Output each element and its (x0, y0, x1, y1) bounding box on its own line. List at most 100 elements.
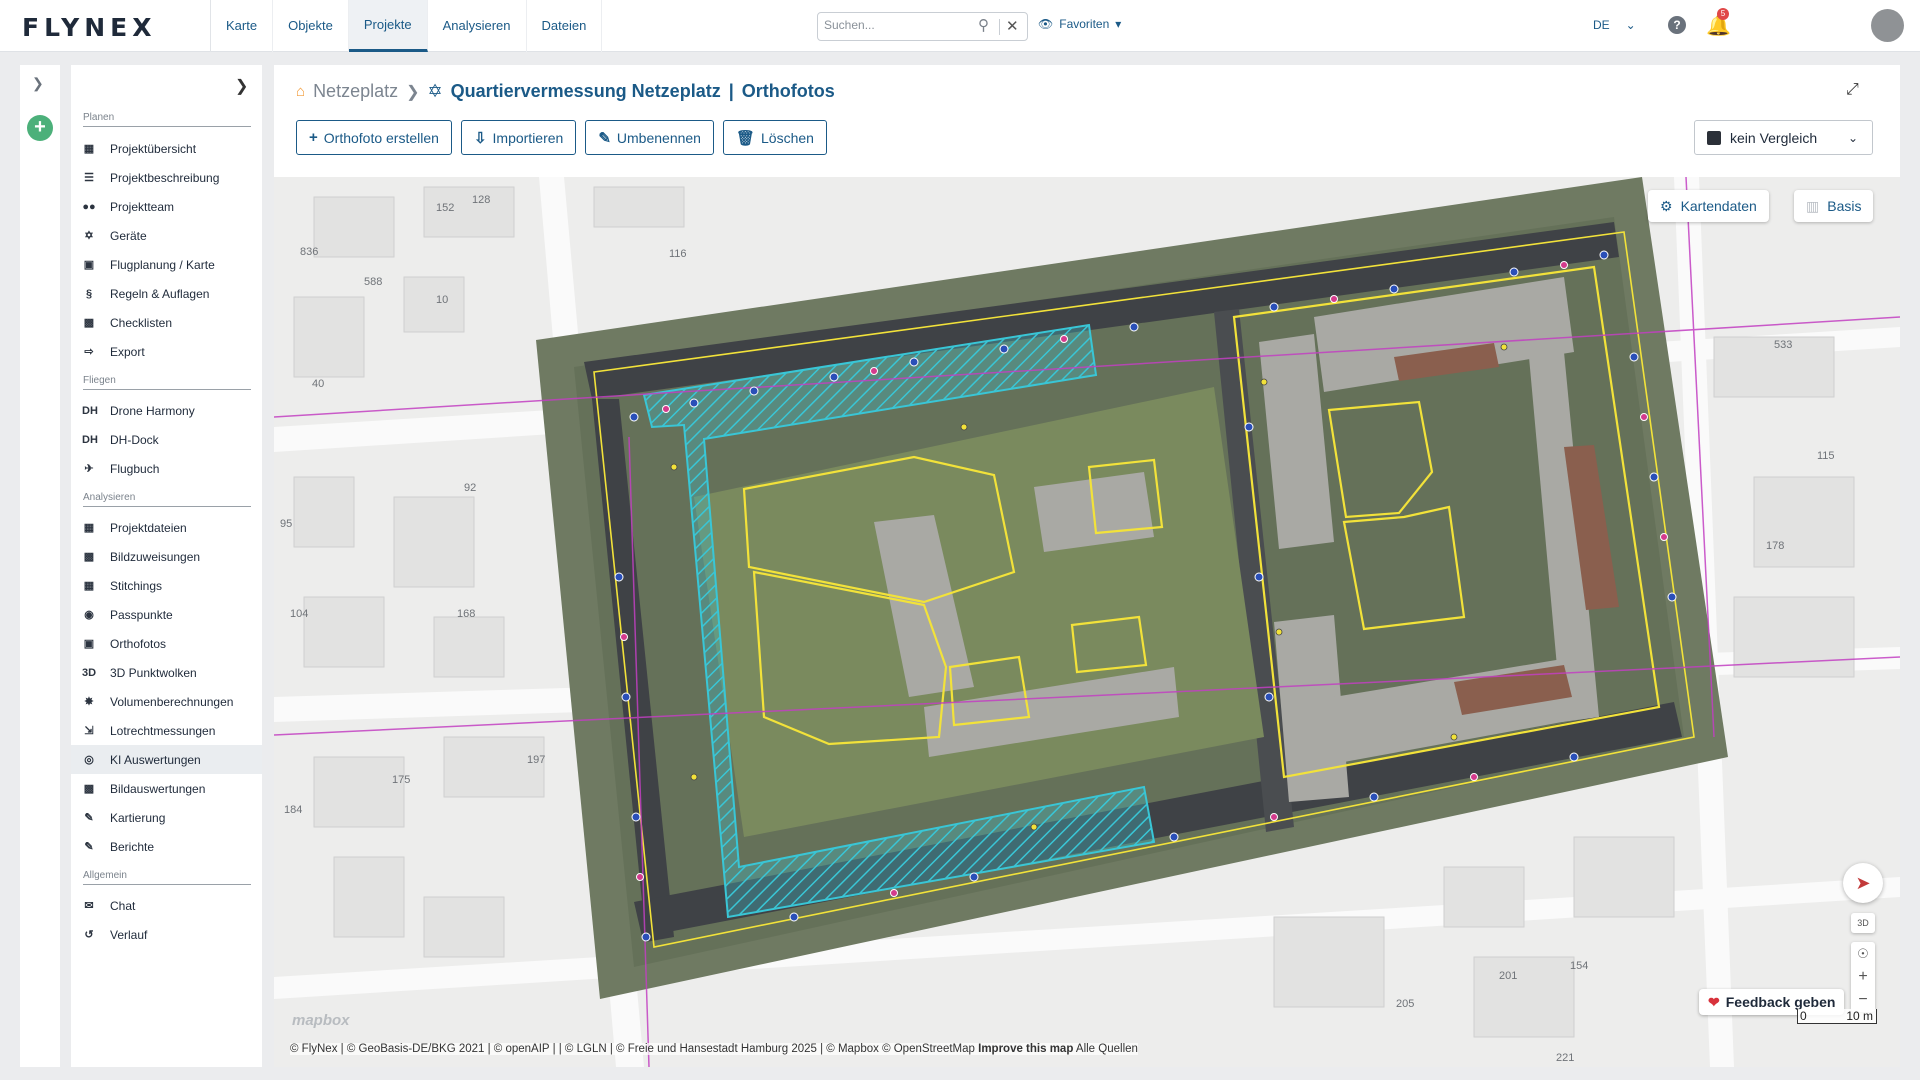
section-planen: Planen (83, 112, 251, 127)
sidebar-item-dh-dock[interactable]: DH DH-Dock (71, 425, 262, 454)
compass-icon[interactable]: ➤ (1843, 863, 1883, 903)
sidebar-item-projektteam[interactable]: ●● Projektteam (71, 192, 262, 221)
delete-button[interactable]: 🗑 Löschen (722, 120, 827, 155)
sidebar-item-label: Projektbeschreibung (110, 170, 220, 185)
user-avatar[interactable] (1871, 9, 1904, 42)
zoom-out-button[interactable]: − (1851, 988, 1875, 1011)
kartendaten-label: Kartendaten (1680, 198, 1757, 214)
scale-end: 10 m (1846, 1009, 1873, 1023)
parcel-label: 221 (1556, 1052, 1574, 1064)
breadcrumb-root[interactable]: Netzeplatz (313, 81, 398, 102)
sidebar-item-flugplanung[interactable]: ▣ Flugplanung / Karte (71, 250, 262, 279)
create-orthophoto-label: Orthofoto erstellen (323, 129, 439, 146)
export-icon: ⇨ (84, 346, 94, 358)
kartendaten-button[interactable]: ⚙ Kartendaten (1648, 190, 1769, 222)
compare-select[interactable]: kein Vergleich ⌄ (1694, 120, 1873, 155)
sidebar-item-passpunkte[interactable]: ◉ Passpunkte (71, 600, 262, 629)
improve-map-link[interactable]: Improve this map (978, 1043, 1073, 1055)
sidebar-item-label: Bildauswertungen (110, 781, 206, 796)
sidebar-item-orthofotos[interactable]: ▣ Orthofotos (71, 629, 262, 658)
parcel-label: 201 (1499, 970, 1517, 982)
favorites-dropdown[interactable]: 👁 Favoriten ▾ (1038, 17, 1121, 31)
list-icon: ☰ (84, 172, 94, 184)
plus-icon: + (309, 129, 318, 146)
nav-tab-dateien[interactable]: Dateien (527, 0, 603, 52)
sidebar-item-regeln[interactable]: § Regeln & Auflagen (71, 279, 262, 308)
basemap-icon: ▥ (1806, 197, 1820, 214)
scale-start: 0 (1800, 1009, 1807, 1023)
parcel-label: 10 (436, 294, 448, 306)
sidebar-item-flugbuch[interactable]: ✈ Flugbuch (71, 454, 262, 483)
sidebar-item-verlauf[interactable]: ↺ Verlauf (71, 920, 262, 949)
sidebar-item-projektdateien[interactable]: ▦ Projektdateien (71, 513, 262, 542)
parcel-label: 197 (527, 754, 545, 766)
flynex-logo[interactable]: FLYNEX (22, 13, 157, 42)
search-icon[interactable]: ⚲ (978, 16, 989, 34)
sidebar-item-3d-punktwolken[interactable]: 3D 3D Punktwolken (71, 658, 262, 687)
caret-down-icon: ▾ (1115, 17, 1122, 31)
rename-button[interactable]: ✎ Umbenennen (585, 120, 714, 155)
sidebar-item-projektbeschreibung[interactable]: ☰ Projektbeschreibung (71, 163, 262, 192)
parcel-label: 168 (457, 608, 475, 620)
language-select[interactable]: DE ⌄ (1593, 18, 1636, 32)
sidebar-item-bildzuweisungen[interactable]: ▩ Bildzuweisungen (71, 542, 262, 571)
fullscreen-icon[interactable]: ⤢ (1846, 81, 1859, 99)
chevron-down-icon: ⌄ (1625, 18, 1636, 32)
import-button[interactable]: ⇩ Importieren (460, 120, 577, 155)
sidebar-item-label: Flugbuch (110, 461, 160, 476)
home-icon[interactable]: ⌂ (296, 83, 305, 100)
zoom-in-button[interactable]: + (1851, 965, 1875, 988)
clear-search-icon[interactable]: ✕ (1006, 17, 1019, 35)
gear-icon: ⚙ (1660, 197, 1673, 214)
heart-icon: ❤ (1708, 993, 1720, 1010)
sidebar-item-drone-harmony[interactable]: DH Drone Harmony (71, 396, 262, 425)
basis-button[interactable]: ▥ Basis (1794, 190, 1874, 222)
breadcrumb-project[interactable]: Quartiervermessung Netzeplatz (451, 81, 721, 102)
add-button[interactable]: + (27, 115, 53, 141)
sidebar-item-geraete[interactable]: ✡ Geräte (71, 221, 262, 250)
parcel-label: 115 (1817, 450, 1835, 462)
sidebar-item-bildauswertungen[interactable]: ▩ Bildauswertungen (71, 774, 262, 803)
sidebar-item-stitchings[interactable]: ▦ Stitchings (71, 571, 262, 600)
all-sources-link[interactable]: Alle Quellen (1076, 1043, 1138, 1055)
main-panel: ⌂ Netzeplatz ❯ ✡ Quartiervermessung Netz… (274, 65, 1900, 1067)
measure-icon: ⇲ (84, 725, 94, 737)
sidebar-item-label: Projektübersicht (110, 141, 197, 156)
feedback-label: Feedback geben (1725, 994, 1836, 1010)
expand-chevron-icon[interactable]: ❯ (32, 75, 44, 92)
sidebar-item-projektuebersicht[interactable]: ▦ Projektübersicht (71, 134, 262, 163)
sidebar-item-checklisten[interactable]: ▩ Checklisten (71, 308, 262, 337)
create-orthophoto-button[interactable]: + Orthofoto erstellen (296, 120, 452, 155)
nav-tab-projekte[interactable]: Projekte (348, 0, 428, 52)
3d-toggle-button[interactable]: 3D (1851, 913, 1875, 933)
sidebar-item-export[interactable]: ⇨ Export (71, 337, 262, 366)
locate-icon[interactable]: ☉ (1851, 942, 1875, 965)
image-eval-icon: ▩ (83, 783, 95, 795)
collapse-chevron-icon[interactable]: ❯ (235, 76, 248, 96)
clipboard-icon: ▩ (83, 317, 95, 329)
nav-tab-analysieren[interactable]: Analysieren (428, 0, 527, 52)
search-input[interactable] (824, 18, 974, 32)
sidebar-item-volumenberechnungen[interactable]: ✸ Volumenberechnungen (71, 687, 262, 716)
help-icon[interactable]: ? (1668, 16, 1686, 34)
breadcrumb-chevron-icon: ❯ (406, 83, 420, 101)
parcel-label: 178 (1766, 540, 1784, 552)
parcel-label: 92 (464, 482, 476, 494)
compare-value: kein Vergleich (1730, 129, 1818, 146)
sidebar-item-ki-auswertungen[interactable]: ◎ KI Auswertungen (71, 745, 262, 774)
map-view[interactable]: 152 128 116 836 588 10 40 92 95 104 168 … (274, 177, 1900, 1067)
section-fliegen: Fliegen (83, 375, 251, 390)
sidebar-item-chat[interactable]: ✉ Chat (71, 891, 262, 920)
sidebar-item-kartierung[interactable]: ✎ Kartierung (71, 803, 262, 832)
mapbox-logo[interactable]: mapbox (292, 1012, 350, 1029)
sidebar-item-label: DH-Dock (110, 432, 159, 447)
search-divider (999, 19, 1000, 35)
sidebar-item-label: Checklisten (110, 315, 173, 330)
nav-tab-objekte[interactable]: Objekte (273, 0, 349, 52)
sidebar-item-lotrechtmessungen[interactable]: ⇲ Lotrechtmessungen (71, 716, 262, 745)
search-box: ⚲ ✕ (817, 12, 1028, 41)
sidebar-item-berichte[interactable]: ✎ Berichte (71, 832, 262, 861)
sidebar-item-label: Kartierung (110, 810, 166, 825)
image-folder-icon: ▦ (83, 522, 95, 534)
nav-tab-karte[interactable]: Karte (211, 0, 274, 52)
